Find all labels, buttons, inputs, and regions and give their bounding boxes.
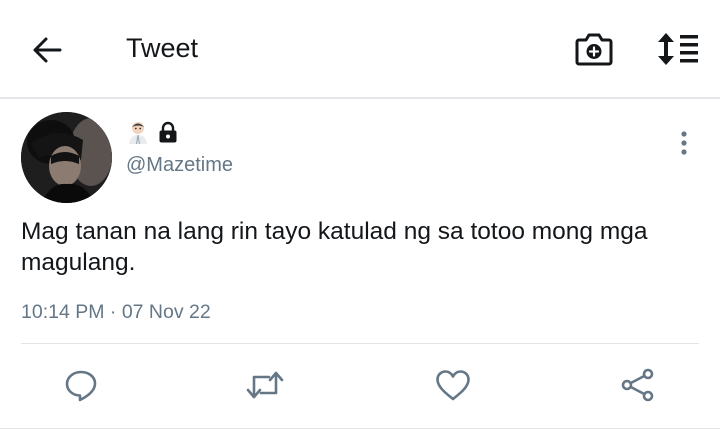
person-emoji-icon [129, 122, 147, 144]
bottom-divider [0, 428, 720, 429]
page-title: Tweet [126, 33, 199, 63]
more-options-button[interactable] [670, 128, 698, 158]
reply-button[interactable] [59, 360, 103, 410]
avatar[interactable] [21, 112, 112, 203]
reply-icon [65, 370, 97, 402]
header-divider [0, 97, 720, 99]
content-divider [21, 343, 699, 344]
display-name[interactable] [126, 120, 178, 144]
more-vertical-icon [681, 131, 687, 155]
sort-button[interactable] [652, 27, 702, 71]
tweet-text: Mag tanan na lang rin tayo katulad ng sa… [21, 218, 648, 276]
retweet-button[interactable] [243, 360, 287, 410]
camera-button[interactable] [572, 28, 616, 70]
tweet-actions-bar [0, 360, 720, 412]
user-handle[interactable]: @Mazetime [126, 154, 233, 177]
arrow-left-icon [33, 37, 62, 63]
top-app-bar: Tweet [0, 0, 720, 99]
share-button[interactable] [616, 360, 660, 410]
camera-plus-icon [575, 33, 613, 66]
tweet-time: 10:14 PM [21, 301, 105, 323]
tweet-timestamp: 10:14 PM · 07 Nov 22 [21, 301, 211, 324]
back-button[interactable] [26, 30, 68, 70]
share-icon [621, 368, 654, 402]
like-button[interactable] [431, 360, 475, 410]
profile-photo-icon [21, 112, 112, 203]
like-icon [436, 370, 470, 401]
retweet-icon [246, 371, 284, 399]
lock-icon [159, 121, 177, 143]
timestamp-separator: · [109, 301, 117, 323]
sort-list-icon [658, 33, 698, 65]
tweet-date: 07 Nov 22 [121, 301, 211, 323]
